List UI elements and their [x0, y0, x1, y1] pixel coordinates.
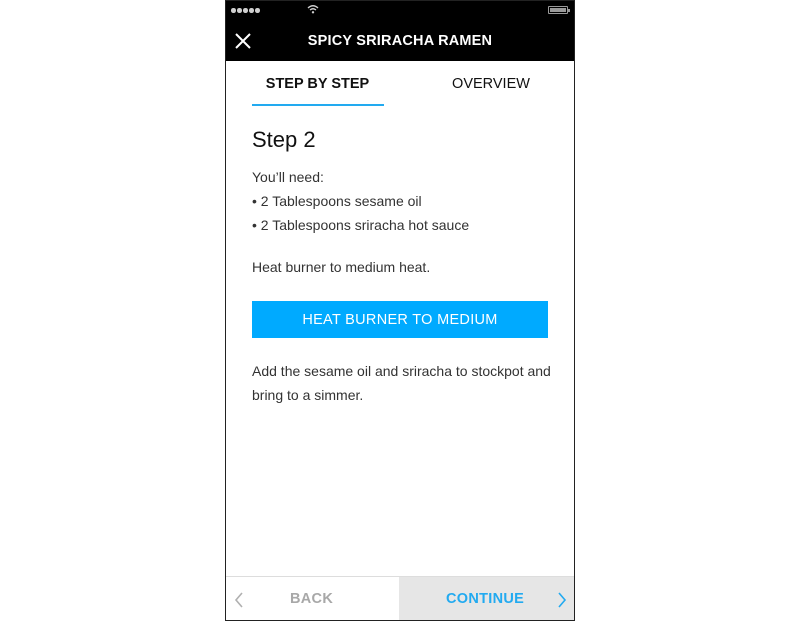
instruction-text: Heat burner to medium heat. [252, 259, 431, 275]
ingredients-block: You’ll need: • 2 Tablespoons sesame oil … [252, 165, 469, 237]
needs-label: You’ll need: [252, 169, 324, 185]
battery-icon [548, 6, 570, 14]
continue-label: CONTINUE [446, 591, 525, 607]
active-tab-indicator [252, 104, 384, 106]
bottom-navigation: BACK CONTINUE [226, 576, 574, 620]
tab-overview[interactable]: OVERVIEW [429, 76, 553, 92]
close-icon[interactable] [234, 32, 252, 50]
ingredient-item: • 2 Tablespoons sesame oil [252, 193, 422, 209]
heat-burner-button[interactable]: HEAT BURNER TO MEDIUM [252, 301, 548, 338]
tab-step-by-step[interactable]: STEP BY STEP [252, 76, 383, 92]
back-label: BACK [290, 591, 334, 607]
nav-bar: SPICY SRIRACHA RAMEN [226, 21, 574, 61]
instruction-text: Add the sesame oil and sriracha to stock… [252, 363, 551, 403]
chevron-left-icon [234, 592, 243, 608]
signal-dots-icon [231, 8, 260, 13]
page-title: SPICY SRIRACHA RAMEN [307, 33, 493, 49]
back-button[interactable]: BACK [226, 577, 399, 620]
ingredient-item: • 2 Tablespoons sriracha hot sauce [252, 217, 470, 233]
phone-frame: SPICY SRIRACHA RAMEN STEP BY STEP OVERVI… [225, 0, 575, 621]
chevron-right-icon [558, 592, 567, 608]
status-bar [226, 1, 574, 21]
wifi-icon [307, 5, 319, 14]
continue-button[interactable]: CONTINUE [399, 577, 574, 620]
step-title: Step 2 [252, 127, 316, 152]
tab-bar: STEP BY STEP OVERVIEW [226, 61, 574, 107]
